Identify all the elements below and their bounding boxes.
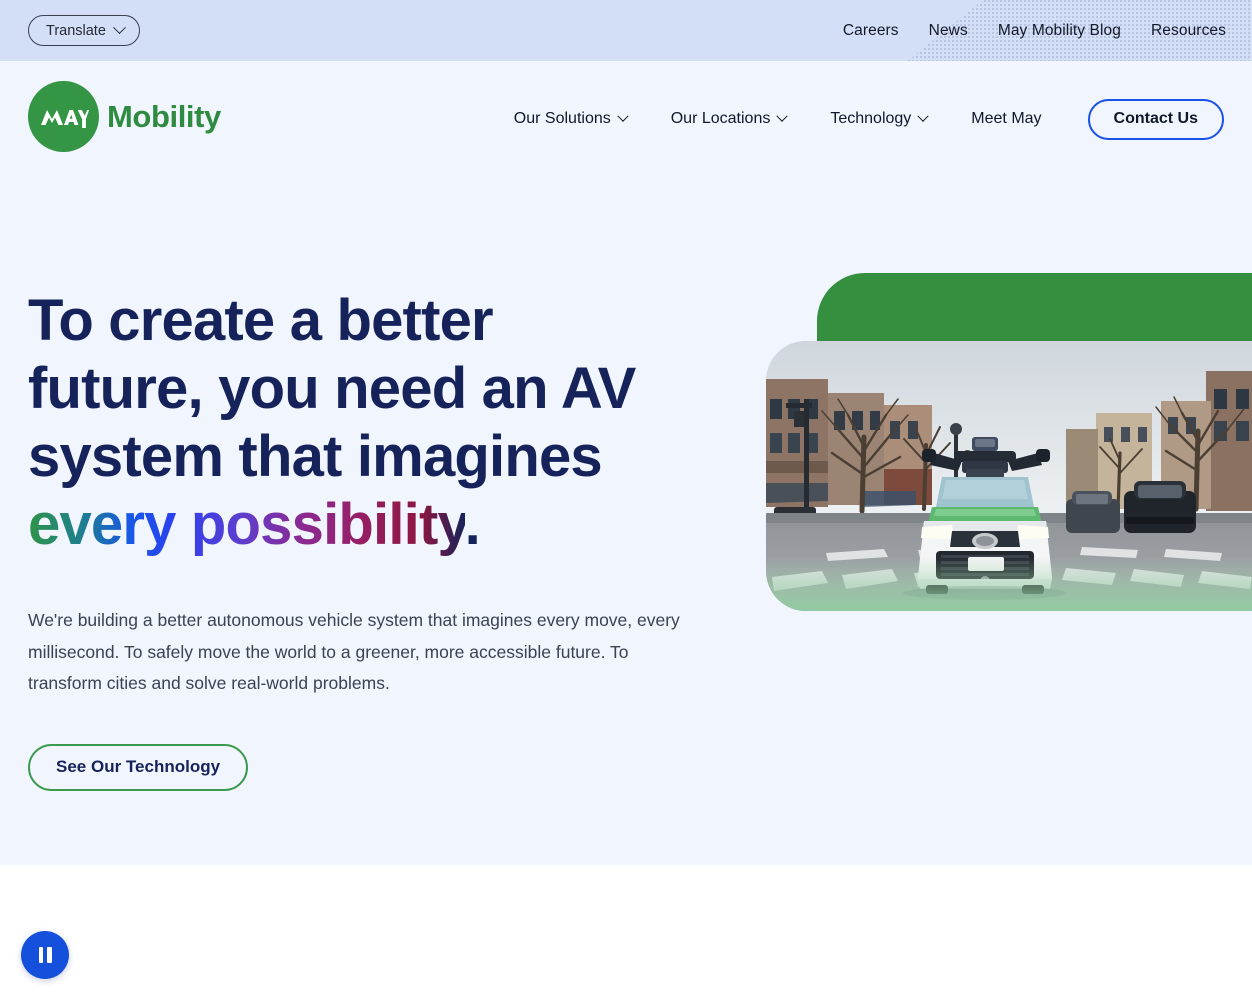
utility-link-resources[interactable]: Resources	[1151, 22, 1226, 40]
chevron-down-icon	[917, 110, 929, 122]
translate-button[interactable]: Translate	[28, 15, 140, 46]
contact-us-button[interactable]: Contact Us	[1087, 98, 1224, 140]
utility-link-blog[interactable]: May Mobility Blog	[998, 22, 1121, 40]
utility-nav: Careers News May Mobility Blog Resources	[843, 0, 1226, 61]
nav-item-our-locations[interactable]: Our Locations	[649, 110, 809, 128]
logo-wordmark: Mobility	[107, 98, 221, 134]
chevron-down-icon	[113, 21, 126, 35]
hero-headline-line-1: To create a better	[28, 288, 494, 353]
may-mobility-logo-icon	[28, 81, 99, 152]
nav-item-meet-may[interactable]: Meet May	[949, 110, 1063, 128]
see-our-technology-button[interactable]: See Our Technology	[28, 743, 249, 791]
hero-section: To create a better future, you need an A…	[0, 177, 1252, 865]
pause-icon-bar-right	[47, 947, 52, 963]
main-nav: Our Solutions Our Locations Technology M…	[492, 61, 1224, 177]
hero-media	[766, 273, 1252, 693]
hero-headline-line-2: future, you need an AV	[28, 356, 636, 421]
hero-headline: To create a better future, you need an A…	[28, 287, 708, 559]
chevron-down-icon	[617, 110, 629, 122]
pause-button[interactable]	[21, 931, 69, 979]
hero-headline-line-3: system that imagines	[28, 424, 603, 489]
nav-item-our-solutions[interactable]: Our Solutions	[492, 110, 649, 128]
utility-link-news[interactable]: News	[929, 22, 968, 40]
nav-item-label: Technology	[830, 110, 912, 127]
translate-button-label: Translate	[46, 22, 106, 39]
utility-link-careers[interactable]: Careers	[843, 22, 899, 40]
nav-item-label: Our Locations	[670, 110, 771, 127]
pause-icon-bar-left	[38, 947, 43, 963]
page-root: Translate Careers News May Mobility Blog…	[0, 0, 1252, 1000]
utility-bar: Translate Careers News May Mobility Blog…	[0, 0, 1252, 61]
nav-item-label: Meet May	[971, 110, 1042, 127]
hero-photo	[766, 341, 1252, 611]
hero-headline-period: .	[464, 492, 481, 557]
nav-item-label: Our Solutions	[513, 110, 611, 127]
main-header: Mobility Our Solutions Our Locations Tec…	[0, 61, 1252, 177]
logo-home-link[interactable]: Mobility	[28, 81, 221, 152]
hero-copy: To create a better future, you need an A…	[28, 287, 708, 791]
chevron-down-icon	[776, 110, 789, 122]
hero-body-text: We're building a better autonomous vehic…	[28, 610, 680, 693]
hero-headline-gradient-phrase: every possibility	[28, 492, 465, 557]
nav-item-technology[interactable]: Technology	[808, 110, 949, 128]
